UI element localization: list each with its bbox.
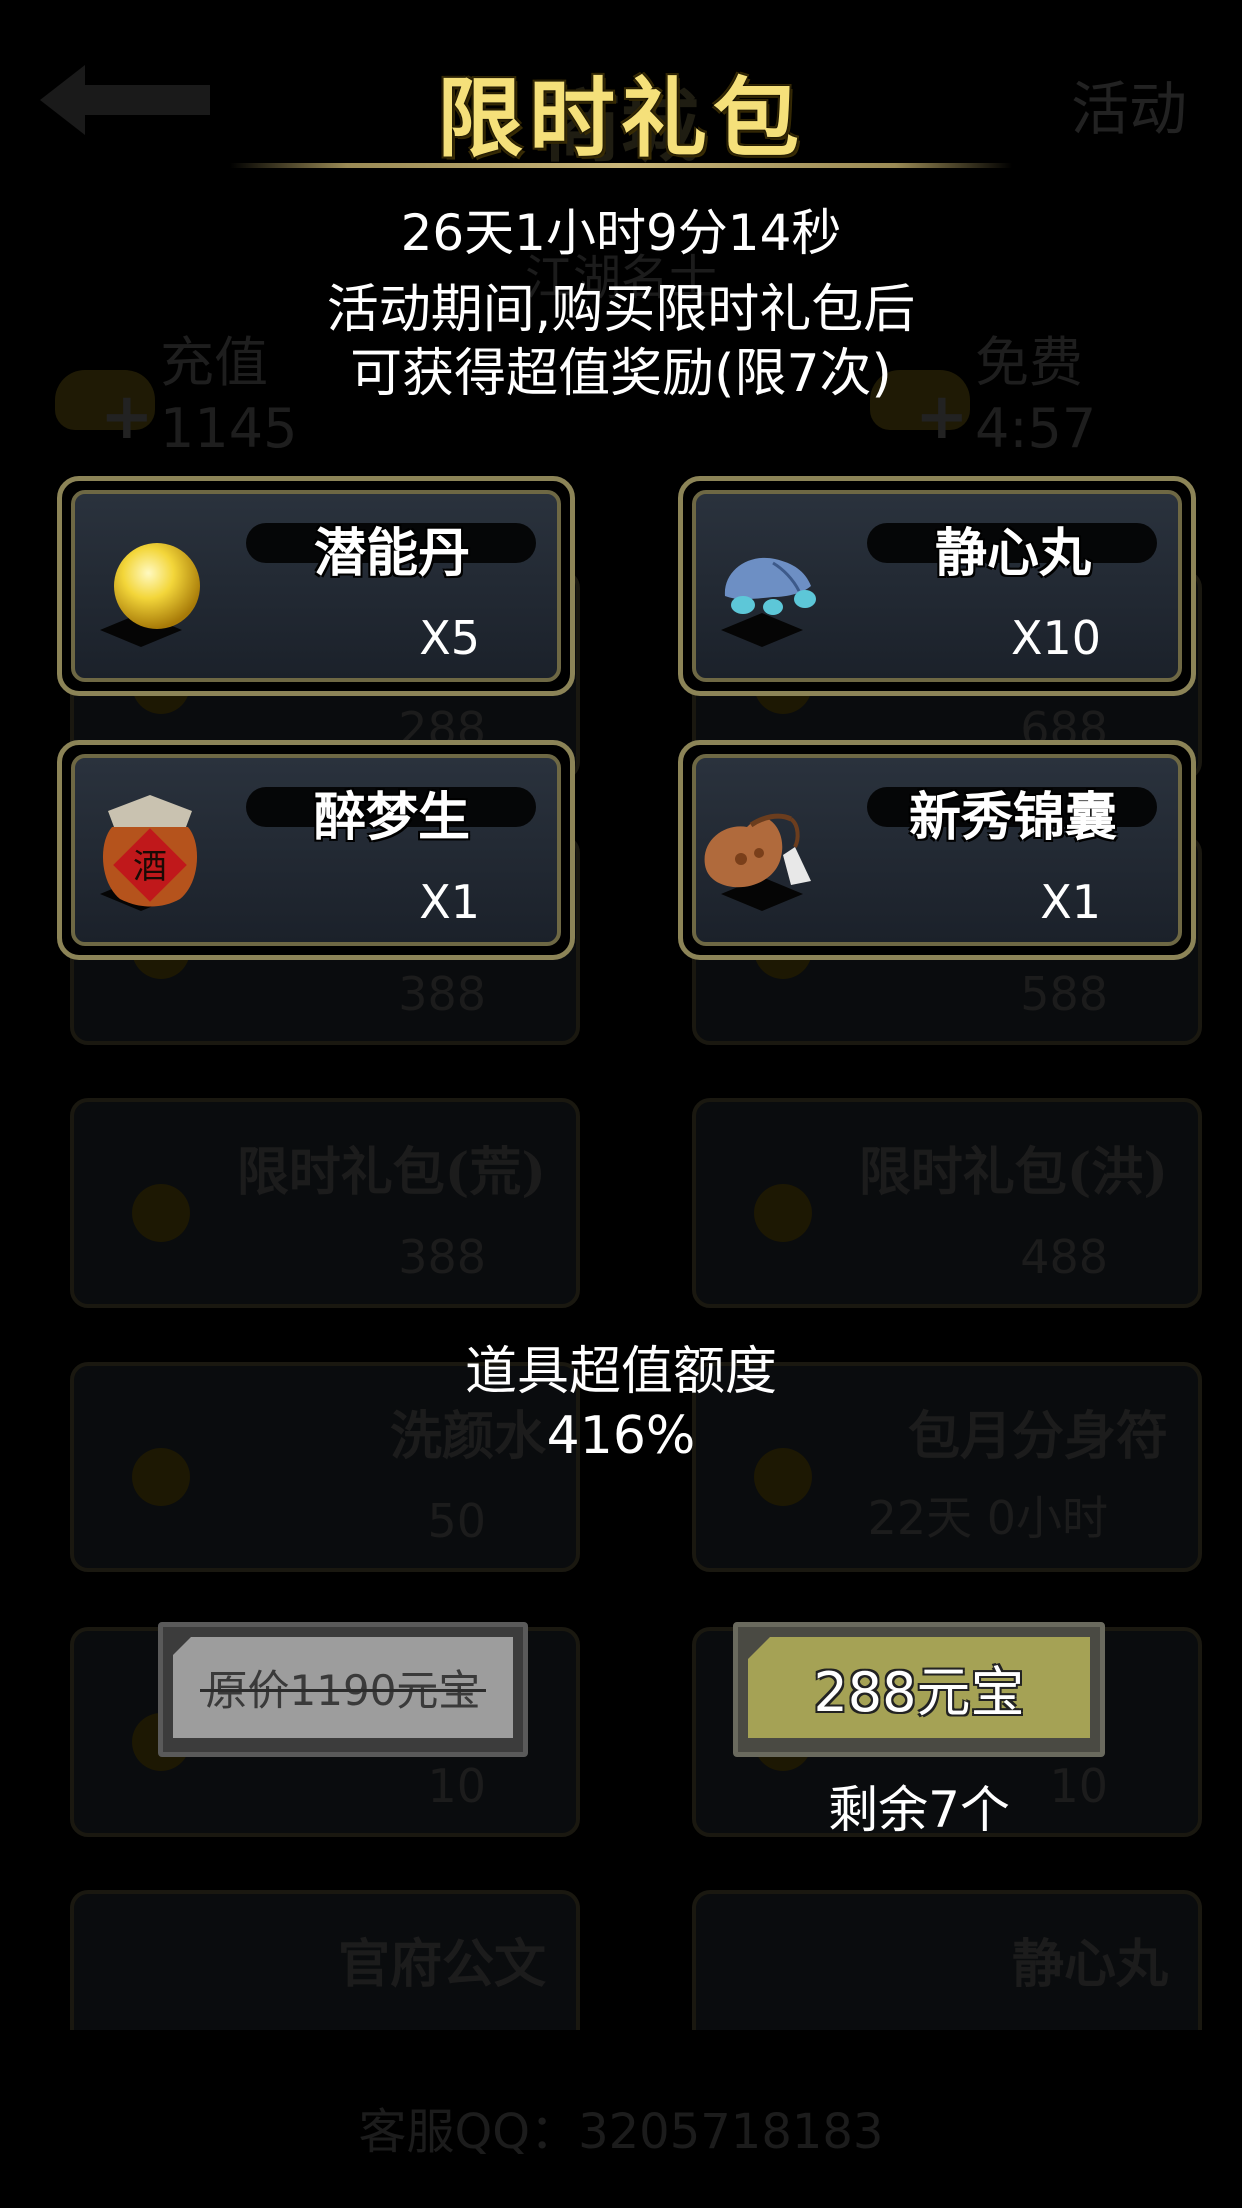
shop-item-price: 22天 0小时 [867,1491,1108,1545]
value-rate: 道具超值额度 416% [0,1340,1242,1468]
reward-name: 醉梦生 [313,787,470,848]
reward-quantity: X5 [419,611,480,665]
blue-pouch-icon [724,557,816,615]
value-rate-label: 道具超值额度 [464,1342,777,1402]
buy-price-label: 288元宝 [813,1661,1025,1724]
shop-item-price: 388 [398,1230,486,1284]
golden-pill-icon [114,543,200,629]
shop-item[interactable]: 限时礼包(荒) 388 [70,1098,580,1308]
shop-item-price: 10 [427,1759,486,1813]
reward-quantity: X10 [1010,611,1101,665]
svg-text:酒: 酒 [133,847,167,887]
popup-description: 活动期间,购买限时礼包后 可获得超值奖励(限7次) [0,278,1242,406]
reward-name: 潜能丹 [313,523,470,584]
item-icon [132,1184,190,1242]
reward-quantity: X1 [1040,875,1101,929]
reward-card[interactable]: 酒 醉梦生 X1 [57,740,575,960]
popup-title: 限时礼包 [437,68,805,169]
shop-item-name: 限时礼包(荒) [236,1142,546,1203]
reward-card[interactable]: 潜能丹 X5 [57,476,575,696]
reward-card[interactable]: 静心丸 X10 [678,476,1196,696]
wine-jar-icon: 酒 [102,795,198,907]
value-rate-percent: 416% [546,1406,696,1466]
shop-item[interactable]: 限时礼包(洪) 488 [692,1098,1202,1308]
title-divider [230,163,1012,168]
shop-item-price: 488 [1020,1230,1108,1284]
shop-item-price: 388 [398,967,486,1021]
reward-name: 新秀锦囊 [908,787,1117,848]
reward-name: 静心丸 [934,523,1091,584]
shop-item-name: 静心丸 [1011,1934,1168,1995]
shop-item-price: 50 [427,1494,486,1548]
original-price-button: 原价1190元宝 [158,1622,528,1757]
description-line: 活动期间,购买限时礼包后 [326,280,916,340]
remaining-count: 剩余7个 [828,1781,1010,1839]
item-icon [754,1184,812,1242]
reward-quantity: X1 [419,875,480,929]
shop-item-name: 限时礼包(洪) [858,1142,1168,1203]
original-price-text: 原价1190元宝 [199,1657,487,1718]
brocade-bag-icon [704,813,811,888]
support-qq: 客服QQ：3205718183 [358,2104,884,2160]
buy-button[interactable]: 288元宝 [733,1622,1105,1757]
description-line: 可获得超值奖励(限7次) [350,344,892,404]
reward-card[interactable]: 新秀锦囊 X1 [678,740,1196,960]
shop-item-price: 588 [1020,967,1108,1021]
shop-item-name: 官府公文 [337,1934,546,1995]
countdown-timer: 26天1小时9分14秒 [400,204,842,262]
